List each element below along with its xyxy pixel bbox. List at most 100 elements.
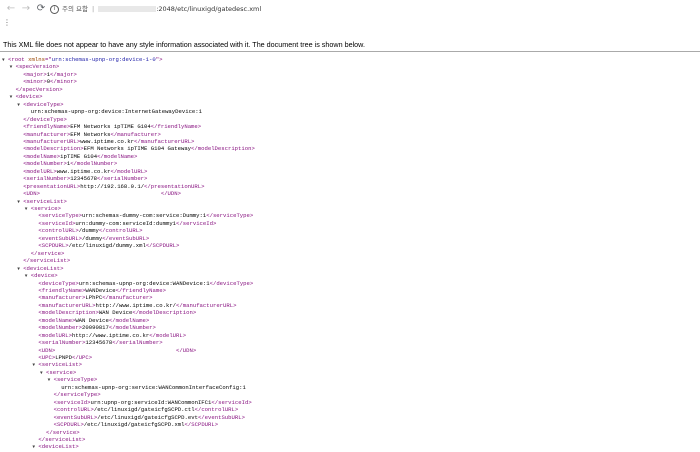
forward-icon[interactable]: → <box>20 3 32 15</box>
xml-line: <eventSubURL>/etc/linuxigd/gateicfgSCPD.… <box>54 414 245 421</box>
xml-tag: <eventSubURL> <box>38 234 83 242</box>
collapse-toggle[interactable]: ▼ <box>48 377 51 384</box>
collapse-toggle[interactable]: ▼ <box>40 370 43 377</box>
info-icon[interactable]: i <box>50 4 59 14</box>
xml-tag: </service> <box>30 249 65 257</box>
xml-tag: </serviceType> <box>53 391 101 399</box>
xml-text: http://192.168.0.1/ <box>80 182 145 190</box>
xml-tag: </UDN> <box>160 190 181 198</box>
xml-text: WANDevice <box>85 286 116 294</box>
xml-tag: <UDN> <box>23 190 40 198</box>
reload-icon[interactable]: ⟳ <box>35 3 47 15</box>
xml-tag: </SCPDURL> <box>184 421 219 429</box>
xml-tag: </manufacturer> <box>110 130 161 138</box>
xml-line: <eventSubURL>/dummy</eventSubURL> <box>38 235 149 242</box>
xml-tag: <deviceType> <box>38 279 79 287</box>
xml-line: </serviceList> <box>23 257 70 264</box>
xml-tag: </controlURL> <box>194 406 239 414</box>
xml-tag: <presentationURL> <box>23 182 81 190</box>
xml-tag: <modelDescription> <box>23 145 84 153</box>
xml-tag: </deviceType> <box>23 115 67 123</box>
xml-line: <SCPDURL>/etc/linuxigd/dummy.xml</SCPDUR… <box>38 242 179 249</box>
xml-tag: <serviceType> <box>38 212 83 220</box>
xml-tag: <serviceList> <box>38 361 83 369</box>
xml-text: /etc/linuxigd/gateicfgSCPD.evt <box>97 413 198 421</box>
collapse-toggle[interactable]: ▼ <box>17 199 20 206</box>
back-icon[interactable]: ← <box>5 3 17 15</box>
xml-line: <presentationURL>http://192.168.0.1/</pr… <box>23 183 204 190</box>
xml-text: urn:schemas-dummy-com:service:Dummy:1 <box>82 212 207 220</box>
xml-tag: </modelName> <box>97 152 138 160</box>
collapse-toggle[interactable]: ▼ <box>17 266 20 273</box>
xml-text: EFM Networks ipTIME G104 <box>70 123 151 131</box>
collapse-toggle[interactable]: ▼ <box>10 64 13 71</box>
xml-tag: <device> <box>30 272 58 280</box>
xml-tag: </manufacturerURL> <box>133 137 195 145</box>
xml-line: <device> <box>31 272 58 279</box>
xml-line: <serviceType> <box>54 376 98 383</box>
collapse-toggle[interactable]: ▼ <box>10 94 13 101</box>
xml-tag: </specVersion> <box>15 85 63 93</box>
collapse-toggle[interactable]: ▼ <box>25 206 28 213</box>
xml-line: <serviceId>urn:dummy-com:serviceId:dummy… <box>38 220 216 227</box>
collapse-toggle[interactable]: ▼ <box>2 57 5 64</box>
xml-text: 12345678 <box>85 339 113 347</box>
xml-line: <manufacturerURL>http://www.iptime.co.kr… <box>38 302 236 309</box>
xml-tag: "> <box>155 56 163 63</box>
xml-line: <serviceList> <box>38 361 82 368</box>
xml-line: <modelURL>http://www.iptime.co.kr</model… <box>38 332 186 339</box>
xml-line: <modelNumber>20090817</modelNumber> <box>38 324 156 331</box>
notice-divider <box>0 51 700 52</box>
collapse-toggle[interactable]: ▼ <box>25 273 28 280</box>
xml-tag: <specVersion> <box>15 63 60 71</box>
xml-text: 20090817 <box>82 324 109 332</box>
xml-tag: <major> <box>23 70 47 78</box>
url-path: :2048/etc/linuxigd/gatedesc.xml <box>156 5 262 13</box>
xml-line: <manufacturerURL>www.iptime.co.kr</manuf… <box>23 138 194 145</box>
xml-tag: <serialNumber> <box>38 339 86 347</box>
collapse-toggle[interactable]: ▼ <box>32 362 35 369</box>
xml-line: <manufacturer>EFM Networks</manufacturer… <box>23 131 161 138</box>
xml-tag: </modelName> <box>108 316 150 324</box>
xml-tag: <serviceId> <box>38 219 76 227</box>
xml-line: <deviceList> <box>38 443 78 450</box>
xml-text: urn:schemas-upnp-org:service:WANCommonIn… <box>61 383 246 391</box>
xml-tag: </friendlyName> <box>150 123 202 131</box>
xml-text: EFM Networks ipTIME G104 Gateway <box>83 145 192 153</box>
xml-tag: <root <box>8 56 29 63</box>
xml-line: </service> <box>46 429 80 436</box>
xml-text <box>40 190 161 197</box>
xml-tag: <manufacturer> <box>38 294 86 302</box>
xml-tag: <deviceList> <box>23 264 64 272</box>
url-host-redacted <box>98 6 157 12</box>
xml-tag: <controlURL> <box>38 227 79 235</box>
xml-tag: <friendlyName> <box>38 286 86 294</box>
xml-text: /dummy <box>82 234 103 242</box>
xml-line: urn:schemas-upnp-org:device:InternetGate… <box>31 108 202 115</box>
xml-text: urn:dummy-com:serviceId:dummy1 <box>75 219 177 227</box>
xml-text: WAN Device <box>98 309 133 317</box>
xml-text: urn:schemas-upnp-org:device:WANDevice:1 <box>78 279 210 287</box>
xml-tag: </presentationURL> <box>144 182 205 190</box>
xml-line: <serialNumber>12345678</serialNumber> <box>23 175 147 182</box>
xml-line: <friendlyName>WANDevice</friendlyName> <box>38 287 166 294</box>
xml-tag: <UDN> <box>38 346 56 354</box>
xml-text: www.iptime.co.kr <box>56 167 111 175</box>
xml-tag: </manufacturer> <box>102 294 153 302</box>
address-bar[interactable]: i 주의 요함 |:2048/etc/linuxigd/gatedesc.xml <box>50 2 690 16</box>
collapse-toggle[interactable]: ▼ <box>17 102 20 109</box>
xml-style-notice: This XML file does not appear to have an… <box>3 40 365 49</box>
xml-line: <deviceList> <box>23 265 63 272</box>
xml-line: <serviceList> <box>23 198 67 205</box>
xml-tag: </serviceList> <box>23 257 71 265</box>
xml-line: urn:schemas-upnp-org:service:WANCommonIn… <box>61 384 246 391</box>
xml-tag: </manufacturerURL> <box>176 301 237 309</box>
xml-line: <modelDescription>WAN Device</modelDescr… <box>38 309 196 316</box>
security-label[interactable]: 주의 요함 <box>62 5 88 13</box>
xml-tag: <service> <box>30 205 62 212</box>
menu-icon[interactable]: ⋮ <box>3 18 11 28</box>
xml-tag: </modelNumber> <box>108 324 156 332</box>
xml-line: <device> <box>16 93 43 100</box>
xml-tag: </modelDescription> <box>132 309 197 317</box>
xml-line: <serialNumber>12345678</serialNumber> <box>38 339 162 346</box>
